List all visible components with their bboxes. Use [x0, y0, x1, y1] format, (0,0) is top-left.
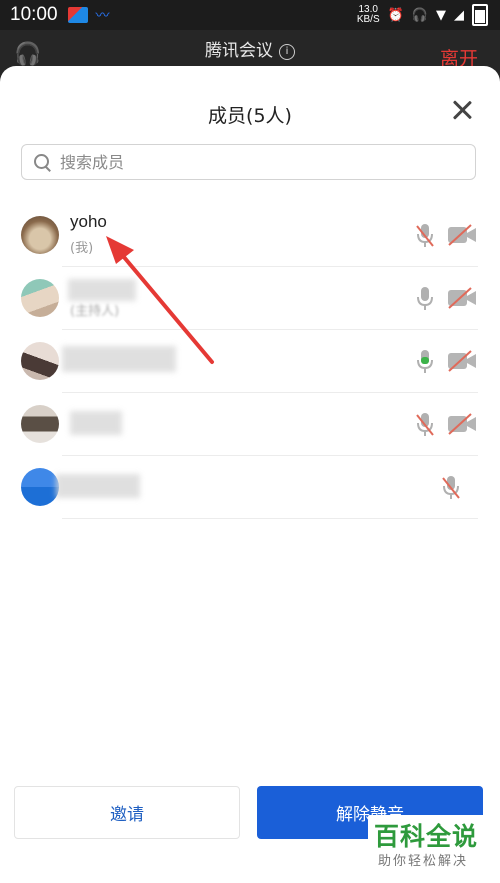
watermark-logo: 百科全说 助你轻松解决: [368, 815, 490, 873]
camera-off-icon[interactable]: [447, 349, 477, 373]
member-role: (主持人): [70, 304, 120, 319]
member-list: yoho (我) (主持人): [0, 204, 500, 519]
meeting-title: 腾讯会议 i: [0, 36, 500, 61]
net-speed-unit: KB/S: [356, 14, 380, 25]
member-name-redacted: [62, 346, 176, 372]
search-box[interactable]: [21, 144, 476, 180]
list-item[interactable]: (主持人): [0, 267, 500, 330]
members-sheet: 成员(5人) yoho (我): [0, 66, 500, 883]
mic-active-icon[interactable]: [414, 349, 436, 375]
app-notification-icon: [67, 7, 88, 23]
member-name: yoho: [70, 212, 107, 231]
status-right: 13.0 KB/S ⏰ 🎧 ▼ ◢: [357, 4, 488, 26]
camera-off-icon[interactable]: [447, 286, 477, 310]
mic-icon[interactable]: [414, 286, 436, 312]
member-name-redacted: [68, 279, 136, 301]
battery-icon: [472, 4, 488, 26]
search-input[interactable]: [58, 151, 475, 173]
meeting-app-icon: 〰: [95, 8, 110, 24]
screen: 10:00 〰 13.0 KB/S ⏰ 🎧 ▼ ◢ 🎧 腾讯会议 i 离开 成员(…: [0, 0, 500, 883]
mic-muted-icon[interactable]: [414, 412, 436, 438]
list-item[interactable]: [0, 330, 500, 393]
mic-muted-icon[interactable]: [440, 475, 462, 501]
avatar: [21, 279, 59, 317]
close-icon[interactable]: [450, 98, 474, 122]
search-icon: [34, 154, 50, 170]
avatar: [21, 468, 59, 506]
avatar: [21, 342, 59, 380]
status-bar: 10:00 〰 13.0 KB/S ⏰ 🎧 ▼ ◢: [0, 0, 500, 30]
watermark-sub: 助你轻松解决: [378, 854, 469, 869]
camera-off-icon[interactable]: [447, 412, 477, 436]
list-item[interactable]: [0, 456, 500, 519]
avatar: [21, 216, 59, 254]
list-item[interactable]: [0, 393, 500, 456]
wifi-icon: ▼: [436, 7, 446, 23]
info-icon[interactable]: i: [279, 44, 295, 60]
net-speed: 13.0 KB/S: [357, 5, 380, 25]
sheet-title: 成员(5人): [208, 105, 292, 127]
row-divider: [62, 518, 478, 519]
meeting-title-text: 腾讯会议: [205, 41, 273, 61]
avatar: [21, 405, 59, 443]
member-name-redacted: [70, 411, 122, 435]
camera-off-icon[interactable]: [447, 223, 477, 247]
invite-button[interactable]: 邀请: [14, 786, 240, 839]
list-item[interactable]: yoho (我): [0, 204, 500, 267]
alarm-icon: ⏰: [387, 7, 404, 23]
signal-icon: ◢: [454, 7, 464, 23]
member-role: (我): [70, 241, 94, 256]
member-name-redacted: [56, 474, 140, 498]
watermark-main: 百科全说: [374, 822, 479, 851]
mic-muted-icon[interactable]: [414, 223, 436, 249]
headphone-status-icon: 🎧: [411, 7, 428, 23]
status-time: 10:00: [10, 4, 58, 25]
